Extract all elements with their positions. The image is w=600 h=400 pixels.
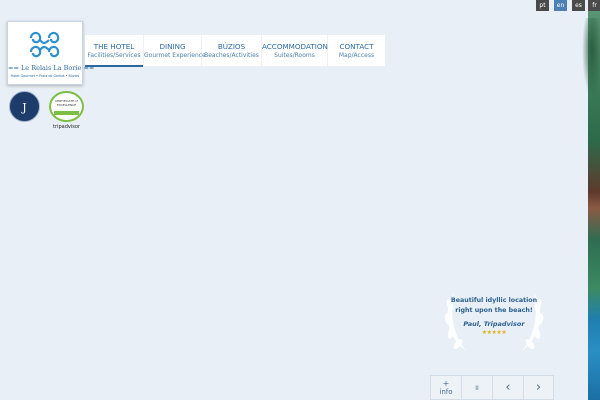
nav-label: THE HOTEL [93, 42, 135, 51]
logo-swirl-icon [29, 31, 60, 58]
jacquin-badge[interactable]: J [9, 91, 40, 122]
lang-en-button[interactable]: en [554, 0, 567, 11]
next-button[interactable]: › [523, 375, 554, 400]
review-quote-line2: right upon the beach! [455, 307, 533, 314]
main-nav: THE HOTEL Facilities/Services DINING Gou… [85, 35, 385, 67]
review-author: Paul, Tripadvisor [463, 320, 525, 328]
nav-label: ACCOMMODATION [262, 42, 328, 51]
nav-item-contact[interactable]: CONTACT Map/Access [328, 35, 385, 66]
slider-controls: + info II ‹ › [430, 375, 555, 400]
nav-label: DINING [159, 42, 186, 51]
logo-ornament-left: ≈≈ [8, 64, 19, 72]
tripadvisor-cert-text: CERTIFICATE of EXCELLENCE [55, 99, 78, 107]
hero-photo [582, 0, 600, 400]
chevron-right-icon: › [535, 380, 542, 395]
lang-es-button[interactable]: es [572, 0, 585, 11]
review-quote-line1: Beautiful idyllic location [450, 297, 538, 304]
info-label: info [439, 388, 453, 396]
lang-pt-button[interactable]: pt [536, 0, 549, 11]
review-quote: Beautiful idyllic location right upon th… [440, 296, 548, 316]
nav-sublabel: Suites/Rooms [274, 52, 315, 59]
nav-sublabel: Facilities/Services [87, 52, 141, 59]
nav-item-dining[interactable]: DINING Gourmet Experience [144, 35, 206, 66]
info-button[interactable]: + info [430, 375, 461, 400]
rating-stars-icon: ★★★★★ [481, 329, 507, 336]
nav-item-accommodation[interactable]: ACCOMMODATION Suites/Rooms [262, 35, 328, 66]
tripadvisor-ribbon [54, 111, 79, 115]
tripadvisor-brand: tripadvisor [53, 124, 80, 130]
nav-label: BÚZIOS [217, 42, 246, 51]
hotel-logo[interactable]: ≈≈ Le Relais La Borie ≈≈ Hotel Gourmet •… [7, 21, 94, 85]
prev-button[interactable]: ‹ [492, 375, 523, 400]
nav-sublabel: Beaches/Activities [204, 52, 259, 59]
jacquin-letter: J [22, 101, 27, 114]
palm-tree-foliage [582, 18, 600, 98]
plus-icon: + [442, 379, 450, 388]
lang-fr-button[interactable]: fr [588, 0, 600, 11]
pause-icon: II [475, 385, 479, 392]
logo-tagline: Hotel Gourmet • Praia do Geribá • Búzios [10, 74, 80, 78]
logo-name-text: Le Relais La Borie [20, 64, 82, 72]
logo-name: ≈≈ Le Relais La Borie ≈≈ [8, 64, 94, 72]
tripadvisor-badge[interactable]: CERTIFICATE of EXCELLENCE tripadvisor [49, 91, 84, 131]
pause-button[interactable]: II [461, 375, 492, 400]
chevron-left-icon: ‹ [505, 380, 511, 395]
nav-sublabel: Gourmet Experience [144, 52, 206, 59]
nav-item-buzios[interactable]: BÚZIOS Beaches/Activities [202, 35, 262, 66]
nav-label: CONTACT [339, 42, 374, 51]
nav-sublabel: Map/Access [338, 52, 375, 59]
review-laurel: Beautiful idyllic location right upon th… [440, 289, 548, 359]
nav-item-the-hotel[interactable]: THE HOTEL Facilities/Services [85, 35, 144, 67]
tripadvisor-ring: CERTIFICATE of EXCELLENCE [49, 91, 84, 122]
